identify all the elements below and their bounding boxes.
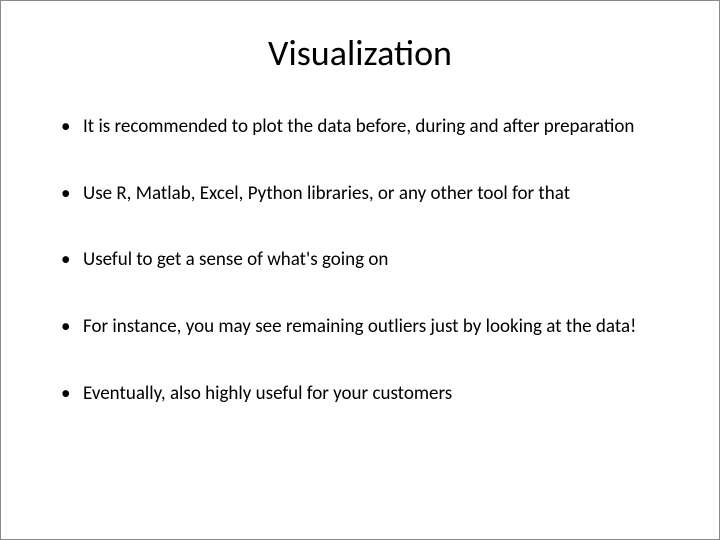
bullet-item: It is recommended to plot the data befor… <box>61 115 679 140</box>
bullet-item: Eventually, also highly useful for your … <box>61 382 679 407</box>
bullet-item: Use R, Matlab, Excel, Python libraries, … <box>61 182 679 207</box>
bullet-item: For instance, you may see remaining outl… <box>61 315 679 340</box>
bullet-item: Useful to get a sense of what's going on <box>61 248 679 273</box>
slide-title: Visualization <box>41 31 679 75</box>
bullet-list: It is recommended to plot the data befor… <box>41 115 679 406</box>
